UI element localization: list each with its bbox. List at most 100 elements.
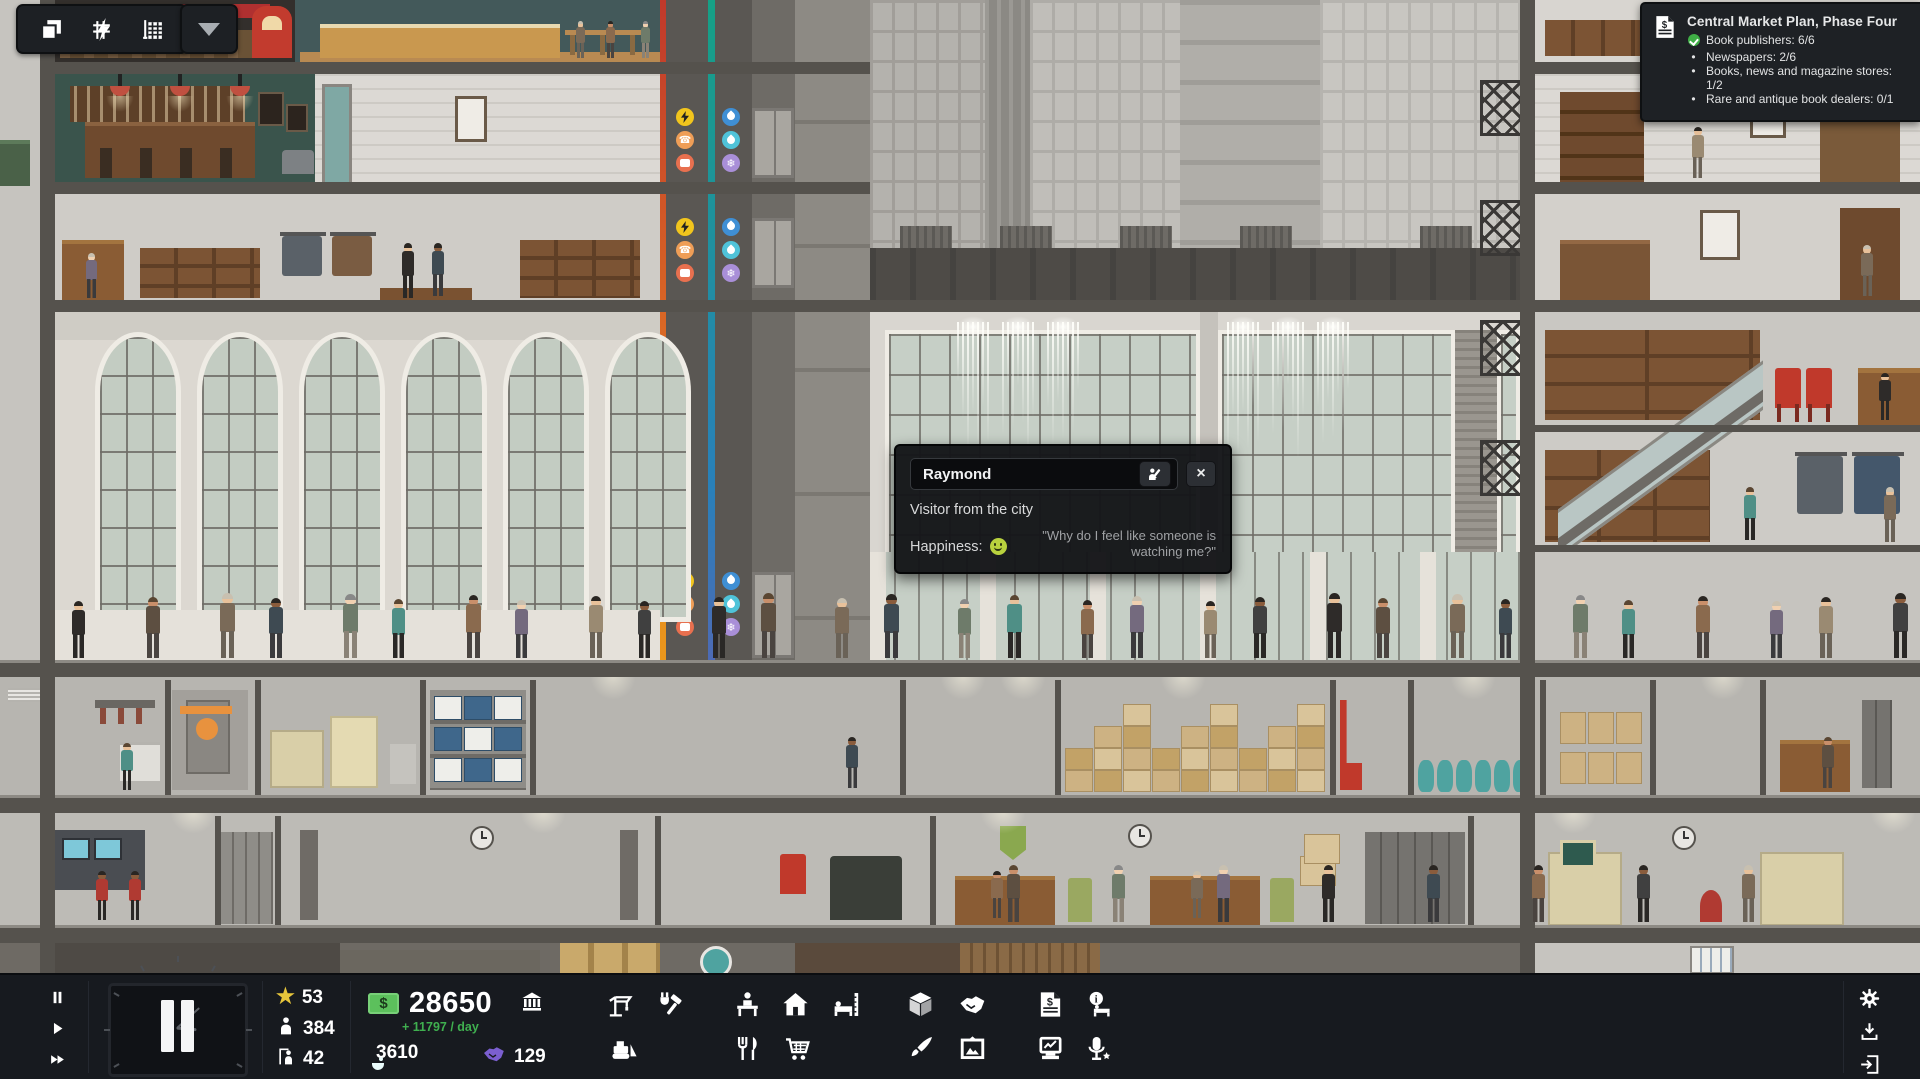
person-figure[interactable] (95, 872, 109, 920)
scene-decor (220, 148, 232, 178)
jukebox[interactable] (252, 6, 292, 58)
person-figure[interactable] (1190, 872, 1204, 918)
person-figure[interactable] (267, 599, 285, 658)
person-figure[interactable] (1690, 128, 1705, 178)
person-figure[interactable] (833, 599, 851, 658)
person-figure[interactable] (1448, 595, 1467, 658)
desk-person-build-button[interactable] (730, 987, 764, 1021)
person-figure[interactable] (1425, 866, 1442, 922)
save-download-button[interactable] (1856, 1018, 1882, 1044)
person-figure[interactable] (605, 22, 616, 58)
plug-hammer-build-button[interactable] (652, 987, 686, 1021)
person-figure[interactable] (1860, 246, 1875, 296)
person-figure[interactable] (218, 594, 237, 658)
person-figure[interactable] (1694, 597, 1712, 658)
game-clock-paused[interactable] (108, 983, 248, 1077)
elevator-door[interactable] (752, 108, 794, 178)
person-figure[interactable] (1882, 488, 1898, 542)
picture-frame-build-button[interactable] (955, 1031, 989, 1065)
person-figure[interactable] (1817, 598, 1835, 658)
glass-door[interactable] (322, 84, 352, 188)
person-figure[interactable] (341, 595, 360, 658)
person-figure[interactable] (464, 596, 483, 658)
person-figure[interactable] (1005, 596, 1024, 658)
info-bed-build-button[interactable]: i (1080, 987, 1114, 1021)
person-figure[interactable] (430, 244, 446, 296)
person-figure[interactable] (1878, 374, 1892, 420)
scene-decor (1322, 322, 1324, 444)
rename-button[interactable] (1139, 461, 1171, 487)
close-button[interactable]: × (1186, 461, 1216, 487)
person-figure[interactable] (120, 744, 134, 790)
person-figure[interactable] (1742, 488, 1758, 540)
fork-knife-build-button[interactable] (730, 1031, 764, 1065)
paintbrush-build-button[interactable] (903, 1031, 937, 1065)
person-figure[interactable] (144, 598, 162, 658)
person-figure[interactable] (70, 602, 87, 658)
elevator-door[interactable] (752, 218, 794, 288)
person-figure[interactable] (1571, 596, 1590, 658)
person-figure[interactable] (1325, 594, 1344, 658)
pause-button[interactable] (44, 984, 70, 1010)
computer-chart-build-button[interactable] (1033, 1031, 1067, 1065)
person-figure[interactable] (1251, 598, 1269, 658)
person-figure[interactable] (1620, 601, 1637, 658)
handshake-build-button[interactable] (955, 987, 989, 1021)
building-edge (1520, 0, 1535, 973)
contract-dollar-build-button[interactable]: $ (1033, 987, 1067, 1021)
person-figure[interactable] (759, 594, 778, 658)
daily-income: + 11797 / day (402, 1020, 479, 1034)
person-figure[interactable] (956, 600, 973, 658)
building-chart-icon[interactable] (136, 12, 170, 46)
person-figure[interactable] (1497, 600, 1514, 658)
person-figure[interactable] (1110, 866, 1127, 922)
person-figure[interactable] (1374, 599, 1392, 658)
person-figure[interactable] (1740, 866, 1757, 922)
bank-icon[interactable] (520, 989, 544, 1018)
person-figure[interactable] (575, 22, 586, 58)
person-figure[interactable] (1768, 602, 1785, 658)
settings-gear-button[interactable] (1856, 985, 1882, 1011)
person-figure[interactable] (1005, 866, 1022, 922)
person-figure[interactable] (1320, 866, 1337, 922)
person-figure[interactable] (1635, 866, 1652, 922)
goal-panel[interactable]: $ Central Market Plan, Phase Four Book p… (1640, 2, 1920, 122)
person-figure[interactable] (1079, 601, 1096, 658)
person-figure[interactable] (587, 597, 605, 658)
person-figure[interactable] (1891, 594, 1910, 658)
bed-ruler-build-button[interactable] (828, 987, 862, 1021)
grid-bolt-icon[interactable] (85, 12, 119, 46)
scene-decor (972, 322, 974, 413)
person-figure[interactable] (845, 738, 860, 788)
exit-door-button[interactable] (1856, 1051, 1882, 1077)
house-build-button[interactable] (778, 987, 812, 1021)
microphone-star-build-button[interactable] (1080, 1031, 1114, 1065)
person-figure[interactable] (1215, 866, 1232, 922)
person-figure[interactable] (1820, 738, 1835, 788)
person-figure[interactable] (1128, 597, 1146, 658)
person-figure[interactable] (400, 244, 416, 298)
scene-decor (98, 871, 106, 875)
game-viewport[interactable]: ☎❄☎❄☎❄ $ Central Market Plan, Phase Four… (0, 0, 1920, 1079)
person-name-field[interactable]: Raymond (910, 458, 1178, 490)
person-figure[interactable] (882, 595, 901, 658)
bulldozer-build-button[interactable] (607, 1031, 641, 1065)
person-figure[interactable] (990, 872, 1004, 918)
person-figure[interactable] (1530, 866, 1547, 922)
fast-forward-button[interactable] (44, 1046, 70, 1072)
collapse-toolbar-button[interactable] (180, 4, 238, 54)
person-figure[interactable] (390, 600, 407, 658)
layers-icon[interactable] (34, 12, 68, 46)
crane-build-button[interactable] (602, 987, 636, 1021)
play-button[interactable] (44, 1015, 70, 1041)
person-figure[interactable] (710, 598, 728, 658)
person-figure[interactable] (85, 254, 98, 298)
person-figure[interactable] (1202, 602, 1219, 658)
person-figure[interactable] (640, 22, 651, 58)
person-figure[interactable] (636, 602, 653, 658)
package-build-button[interactable] (903, 987, 937, 1021)
shopping-cart-build-button[interactable] (780, 1031, 814, 1065)
vacant-room[interactable] (315, 74, 660, 182)
person-figure[interactable] (128, 872, 142, 920)
person-figure[interactable] (513, 601, 530, 658)
